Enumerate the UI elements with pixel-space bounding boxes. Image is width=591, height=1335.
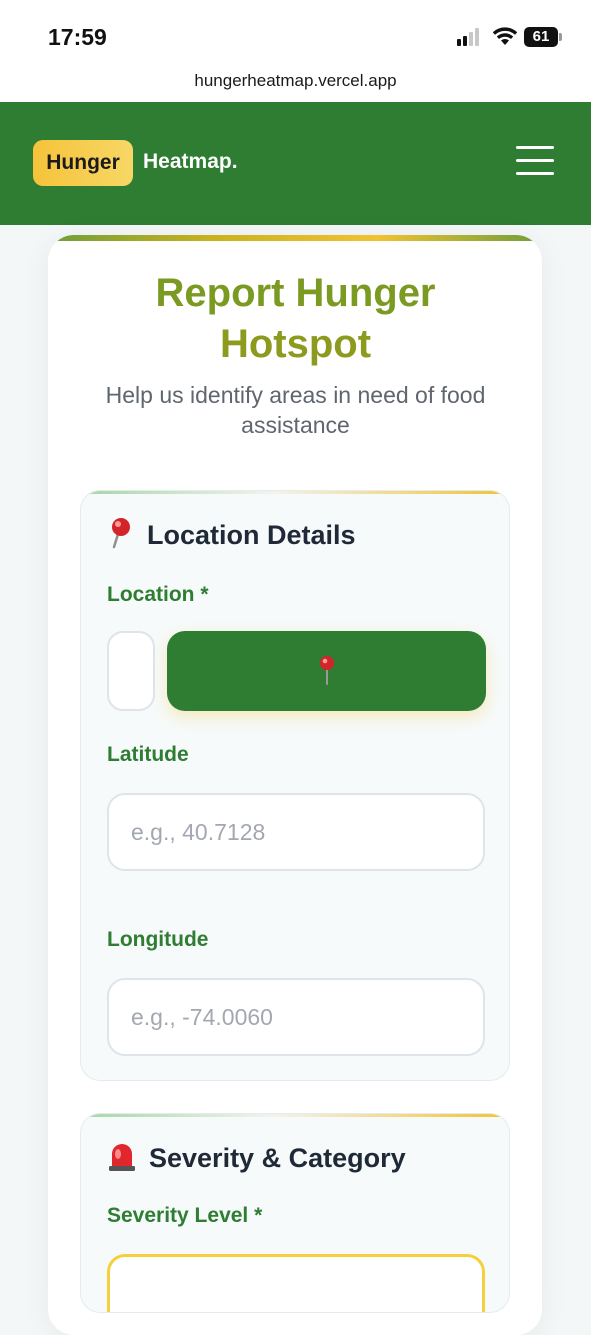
pushpin-icon [112,518,130,549]
use-my-location-button[interactable] [167,631,486,711]
location-details-section: Location Details Location * Latitude e.g… [80,490,510,1081]
longitude-label: Longitude [107,928,209,951]
battery-icon: 61 [524,27,558,47]
hamburger-menu-icon[interactable] [516,146,554,176]
page-title-line-1: Report Hunger [155,271,436,315]
severity-category-section: Severity & Category Severity Level * [80,1113,510,1313]
status-bar: 17:59 61 [0,0,591,64]
location-label: Location * [107,583,209,606]
severity-section-title: Severity & Category [107,1140,406,1174]
siren-icon [109,1144,135,1171]
severity-level-label: Severity Level * [107,1204,263,1227]
battery-cap [559,33,562,41]
app-header: Hunger Heatmap. [0,102,591,225]
status-time: 17:59 [48,24,107,50]
logo-badge[interactable]: Hunger [33,140,133,186]
page-title-line-2: Hotspot [219,322,372,366]
severity-section-title-text: Severity & Category [149,1143,406,1173]
longitude-input[interactable]: e.g., -74.0060 [107,978,485,1056]
location-section-title-text: Location Details [147,520,356,550]
severity-level-select[interactable] [107,1254,485,1312]
latitude-input[interactable]: e.g., 40.7128 [107,793,485,871]
pushpin-icon [320,656,334,685]
cellular-signal-icon [457,28,485,46]
location-section-title: Location Details [107,517,356,551]
logo-text[interactable]: Heatmap. [143,150,238,174]
browser-url[interactable]: hungerheatmap.vercel.app [0,64,591,102]
wifi-icon [492,27,518,45]
location-input[interactable] [107,631,155,711]
latitude-label: Latitude [107,743,189,766]
page-subtitle: Help us identify areas in need of food a… [105,382,486,438]
page-title: Report Hunger Hotspot [0,268,591,370]
